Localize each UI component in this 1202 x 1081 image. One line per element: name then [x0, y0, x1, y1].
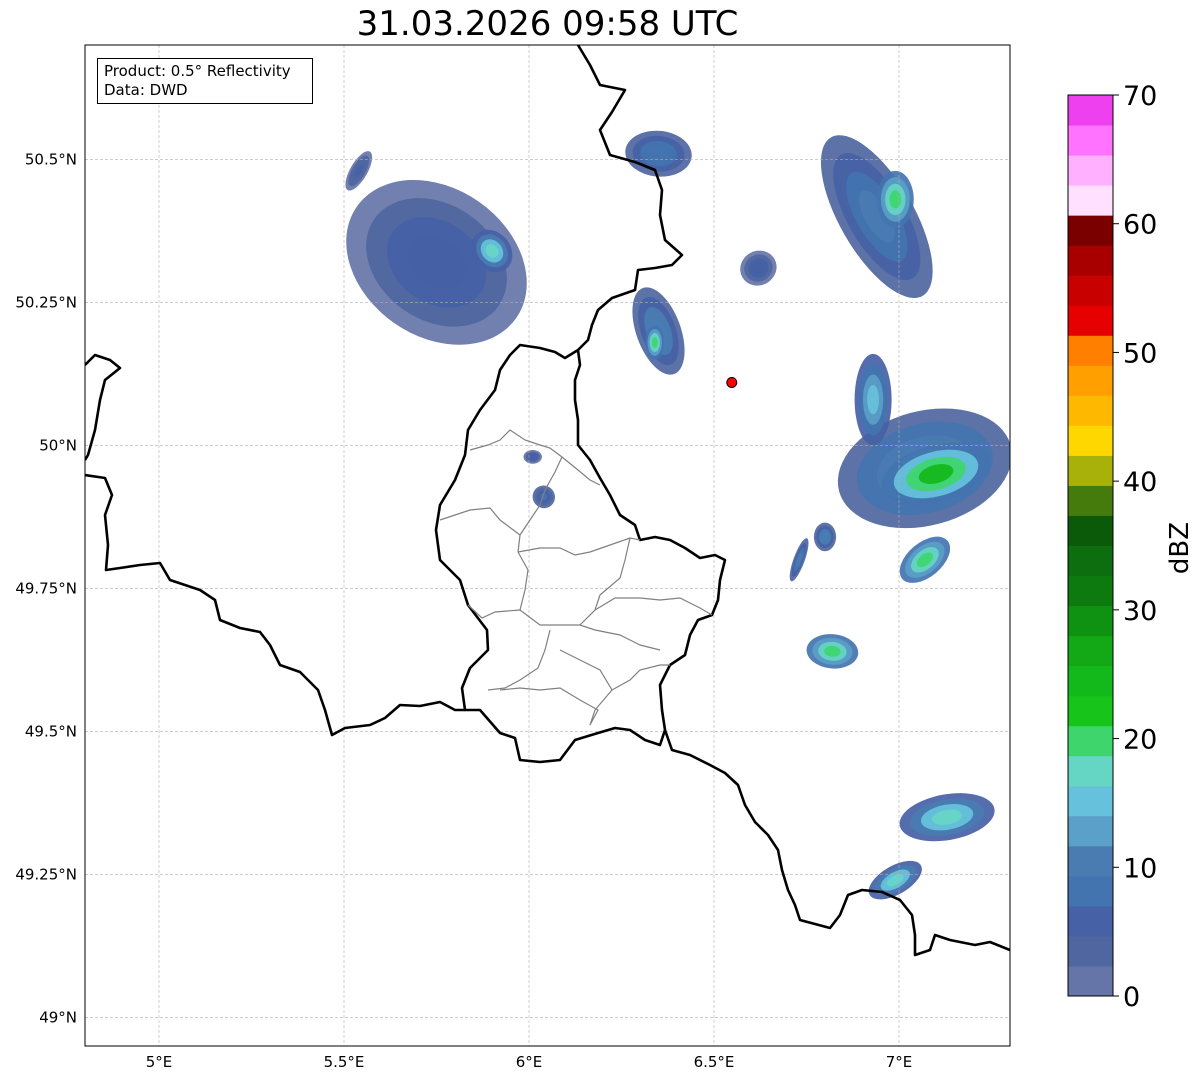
echo-cell-lux-north-2	[523, 449, 542, 464]
colorbar-segment	[1068, 425, 1113, 456]
colorbar-segment	[1068, 245, 1113, 276]
colorbar-segment	[1068, 695, 1113, 727]
colorbar-segment	[1068, 95, 1113, 126]
product-label: Product: 0.5° Reflectivity	[104, 62, 291, 80]
colorbar-segment	[1068, 485, 1113, 516]
colorbar-tick-label: 10	[1123, 853, 1157, 884]
echo-cell-e-tail	[854, 353, 892, 446]
echo-cell-mid-north-core	[645, 325, 665, 360]
plot-area[interactable]	[85, 45, 1025, 1046]
colorbar-segment	[1068, 875, 1113, 907]
colorbar-segment	[1068, 725, 1113, 757]
colorbar-segment	[1068, 665, 1113, 697]
colorbar-tick-label: 50	[1123, 338, 1157, 369]
colorbar-segment	[1068, 845, 1113, 877]
product-info-box: Product: 0.5° Reflectivity Data: DWD	[97, 58, 313, 104]
data-source-label: Data: DWD	[104, 81, 188, 99]
echo-cell-e-small-1	[813, 522, 837, 552]
colorbar-tick-label: 0	[1123, 982, 1140, 1013]
colorbar-segment	[1068, 635, 1113, 667]
colorbar-tick-label: 60	[1123, 210, 1157, 241]
lat-tick-label: 49.25°N	[15, 865, 77, 883]
lon-tick-label: 5.5°E	[324, 1053, 365, 1071]
lat-tick-label: 50.5°N	[25, 150, 77, 168]
colorbar: 0 10 20 30 40 50 60 70 dBZ	[1067, 81, 1195, 1013]
colorbar-segment	[1068, 275, 1113, 306]
colorbar-segment	[1068, 455, 1113, 486]
colorbar-segment	[1068, 575, 1113, 607]
colorbar-segment	[1068, 125, 1113, 156]
lon-tick-label: 6°E	[516, 1053, 543, 1071]
colorbar-segment	[1068, 215, 1113, 246]
colorbar-tick-label: 30	[1123, 596, 1157, 627]
radar-site-marker[interactable]	[726, 376, 738, 388]
colorbar-label: dBZ	[1165, 522, 1195, 574]
echo-cell-ne-core	[876, 170, 914, 229]
lat-tick-label: 49.5°N	[25, 722, 77, 740]
colorbar-segment	[1068, 365, 1113, 396]
lat-tick-label: 50°N	[39, 436, 77, 454]
colorbar-segment	[1068, 935, 1113, 967]
lat-tick-label: 49°N	[39, 1008, 77, 1026]
lon-tick-label: 7°E	[886, 1053, 913, 1071]
colorbar-segment	[1068, 515, 1113, 546]
radar-map: 5°E 5.5°E 6°E 6.5°E 7°E 49°N 49.25°N 49.5°N 49.7…	[15, 44, 1195, 1071]
lon-tick-label: 6.5°E	[694, 1053, 735, 1071]
colorbar-tick-label: 70	[1123, 81, 1157, 112]
colorbar-segment	[1068, 395, 1113, 426]
colorbar-segment	[1068, 755, 1113, 787]
lon-tick-label: 5°E	[146, 1053, 173, 1071]
colorbar-tick-label: 20	[1123, 725, 1157, 756]
colorbar-segment	[1068, 605, 1113, 637]
colorbar-segment	[1068, 545, 1113, 577]
colorbar-segment	[1068, 335, 1113, 366]
colorbar-segment	[1068, 305, 1113, 336]
lat-tick-label: 49.75°N	[15, 579, 77, 597]
colorbar-segment	[1068, 785, 1113, 817]
colorbar-segment	[1068, 155, 1113, 186]
colorbar-tick-label: 40	[1123, 467, 1157, 498]
colorbar-segment	[1068, 815, 1113, 847]
colorbar-segment	[1068, 965, 1113, 997]
colorbar-segment	[1068, 905, 1113, 937]
lat-tick-label: 50.25°N	[15, 293, 77, 311]
colorbar-segment	[1068, 185, 1113, 216]
